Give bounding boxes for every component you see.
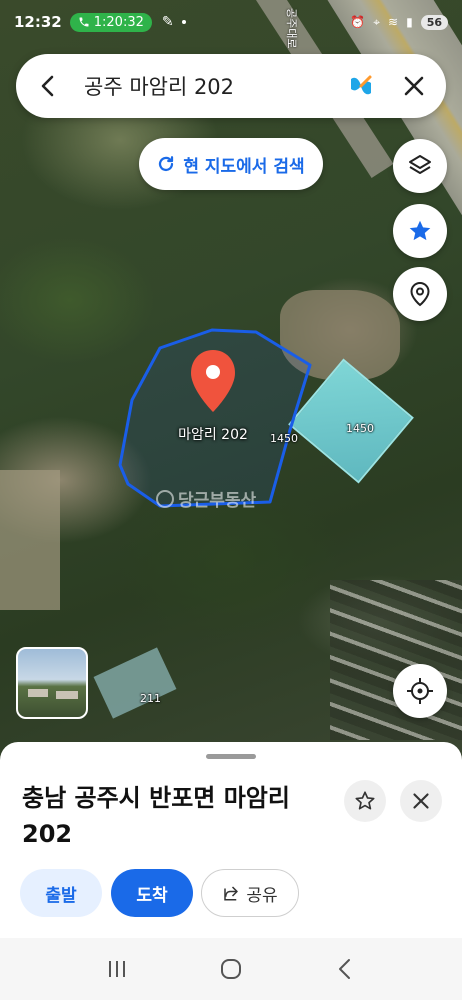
watermark: 당근부동산 bbox=[156, 486, 256, 511]
share-icon bbox=[224, 886, 239, 901]
close-search-button[interactable] bbox=[400, 72, 428, 100]
save-place-button[interactable] bbox=[344, 780, 386, 822]
back-button[interactable] bbox=[34, 72, 62, 100]
status-bar: 12:32 1:20:32 ✎ ⏰ ⌖ ≋ ▮ 56 bbox=[0, 0, 462, 44]
signal-icon: ▮ bbox=[406, 15, 413, 29]
mute-icon: ✎ bbox=[161, 14, 174, 30]
watermark-text: 당근부동산 bbox=[178, 491, 257, 511]
roadview-thumbnail[interactable] bbox=[16, 647, 88, 719]
place-marker-button[interactable] bbox=[393, 267, 447, 321]
location-pin-icon[interactable] bbox=[188, 348, 238, 414]
status-time: 12:32 bbox=[14, 13, 62, 31]
parcel-number-label: 1450 bbox=[346, 422, 374, 435]
my-location-button[interactable] bbox=[393, 664, 447, 718]
alarm-icon: ⏰ bbox=[350, 15, 366, 29]
call-indicator[interactable]: 1:20:32 bbox=[69, 12, 152, 32]
search-bar[interactable]: 공주 마암리 202 bbox=[16, 54, 446, 118]
close-icon bbox=[404, 76, 424, 96]
ai-assistant-icon[interactable] bbox=[346, 71, 376, 101]
battery-indicator: 56 bbox=[420, 14, 448, 30]
share-button[interactable]: 공유 bbox=[201, 869, 299, 917]
home-icon bbox=[221, 959, 241, 979]
recent-apps-icon bbox=[109, 961, 125, 977]
back-arrow-icon bbox=[339, 959, 350, 979]
sheet-drag-handle[interactable] bbox=[206, 754, 256, 759]
chevron-left-icon bbox=[41, 75, 54, 97]
share-label: 공유 bbox=[246, 885, 278, 906]
star-icon bbox=[409, 220, 431, 241]
star-outline-icon bbox=[355, 791, 375, 810]
back-nav-button[interactable] bbox=[325, 949, 365, 989]
notification-dot-icon bbox=[181, 20, 186, 24]
close-sheet-button[interactable] bbox=[400, 780, 442, 822]
arrive-button[interactable]: 도착 bbox=[111, 869, 193, 917]
layers-button[interactable] bbox=[393, 139, 447, 193]
place-detail-sheet[interactable]: 충남 공주시 반포면 마암리 202 출발 도착 공유 bbox=[0, 742, 462, 938]
search-this-area-label: 현 지도에서 검색 bbox=[183, 156, 305, 177]
map-pin-icon bbox=[410, 281, 430, 307]
parcel-number-label: 211 bbox=[140, 692, 161, 705]
refresh-icon bbox=[159, 156, 174, 172]
depart-button[interactable]: 출발 bbox=[20, 869, 102, 917]
location-icon: ⌖ bbox=[373, 14, 381, 29]
close-icon bbox=[413, 793, 429, 809]
recent-apps-button[interactable] bbox=[97, 949, 137, 989]
wifi-icon: ≋ bbox=[388, 15, 399, 29]
status-icons: ⏰ ⌖ ≋ ▮ 56 bbox=[350, 14, 448, 30]
phone-icon bbox=[79, 17, 89, 27]
crosshair-icon bbox=[407, 678, 433, 704]
home-button[interactable] bbox=[211, 949, 251, 989]
layers-icon bbox=[409, 155, 431, 174]
thumbnail-house bbox=[28, 689, 48, 697]
search-this-area-button[interactable]: 현 지도에서 검색 bbox=[139, 138, 323, 190]
watermark-logo-icon bbox=[156, 489, 174, 508]
call-timer: 1:20:32 bbox=[93, 14, 144, 30]
pin-label: 마암리 202 bbox=[178, 427, 248, 443]
search-query[interactable]: 공주 마암리 202 bbox=[84, 71, 346, 101]
thumbnail-house bbox=[56, 691, 78, 699]
favorites-button[interactable] bbox=[393, 204, 447, 258]
system-nav-bar bbox=[0, 938, 462, 1000]
place-address: 충남 공주시 반포면 마암리 202 bbox=[22, 784, 290, 848]
